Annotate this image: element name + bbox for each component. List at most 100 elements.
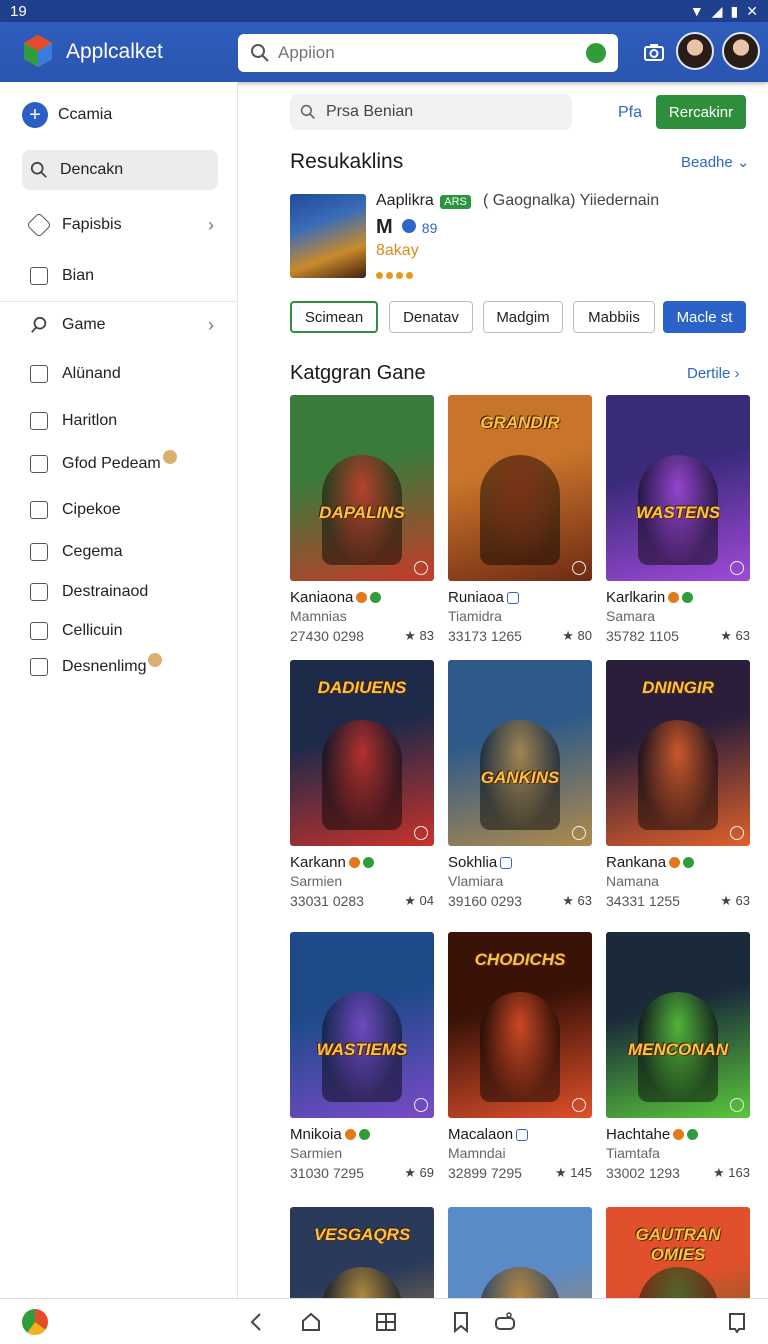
game-cover-art[interactable]: DADIUENS [290, 660, 434, 846]
settings-icon [572, 826, 586, 840]
game-title[interactable]: Mnikoia [290, 1126, 434, 1143]
game-title[interactable]: Runiaoa [448, 589, 592, 606]
sidebar-item-search[interactable]: Dencakn [22, 150, 218, 190]
game-developer: Mamndai [448, 1145, 506, 1161]
chip-madgim[interactable]: Madgim [483, 301, 563, 333]
game-downloads: 32899 7295 [448, 1165, 522, 1181]
library-icon[interactable] [726, 1311, 748, 1333]
game-developer: Samara [606, 608, 656, 624]
game-title[interactable]: Karkann [290, 854, 434, 871]
back-icon[interactable] [246, 1311, 268, 1333]
gamepad-icon[interactable] [494, 1311, 516, 1333]
chip-scimean[interactable]: Scimean [290, 301, 378, 333]
sidebar-item-cipekoe[interactable]: Cipekoe [22, 491, 218, 529]
category-see-all-link[interactable]: Dertile › [687, 365, 740, 382]
game-cover-title: DADIUENS [317, 678, 407, 697]
game-cover-art[interactable]: GRANDIR [448, 395, 592, 581]
grid-icon[interactable] [375, 1311, 397, 1333]
game-developer: Namana [606, 873, 659, 889]
game-cover-art[interactable]: MENCONAN [606, 932, 750, 1118]
sidebar-item-haritlon[interactable]: Haritlon [22, 402, 218, 440]
sidebar-item-alunand[interactable]: Alünand [22, 355, 218, 393]
main-content: Prsa Benian Pfa Rercakinr Resukaklins Be… [238, 82, 768, 1344]
home-icon[interactable] [300, 1311, 322, 1333]
sidebar-item-gfod-pedeam[interactable]: Gfod Pedeam [22, 445, 218, 483]
game-card[interactable]: DNINGIR Rankana Namana 34331 1255 ★ 63 [606, 660, 750, 909]
game-title[interactable]: Kaniaona [290, 589, 434, 606]
sidebar-item-bian[interactable]: Bian [22, 257, 218, 295]
profile-avatar[interactable] [722, 32, 760, 70]
app-logo-icon[interactable] [22, 1309, 48, 1335]
avatar[interactable] [676, 32, 714, 70]
game-card[interactable]: MENCONAN Hachtahe Tiamtafa 33002 1293 ★ 163 [606, 932, 750, 1181]
create-button[interactable]: + Ccamia [22, 96, 218, 134]
pfa-link[interactable]: Pfa [618, 104, 642, 122]
game-title[interactable]: Hachtahe [606, 1126, 750, 1143]
game-cover-title: GANKINS [480, 768, 560, 787]
game-card[interactable]: WASTIEMS Mnikoia Sarmien 31030 7295 ★ 69 [290, 932, 434, 1181]
search-bar[interactable] [238, 34, 618, 72]
sidebar-item-apps[interactable]: Fapisbis › [22, 206, 218, 244]
game-cover-art[interactable]: CHODICHS [448, 932, 592, 1118]
game-cover-art[interactable]: GANKINS [448, 660, 592, 846]
game-developer: Mamnias [290, 608, 347, 624]
game-rating: ★ 63 [720, 893, 750, 908]
chip-mabbiis[interactable]: Mabbiis [573, 301, 655, 333]
sidebar-item-label: Game [62, 316, 106, 333]
game-cover-art[interactable]: WASTENS [606, 395, 750, 581]
game-title-text: Karlkarin [606, 589, 666, 606]
featured-short-label: M [376, 216, 393, 238]
game-title[interactable]: Rankana [606, 854, 750, 871]
chip-macle-st[interactable]: Macle st [663, 301, 746, 333]
bookmark-icon[interactable] [450, 1311, 472, 1333]
create-label: Ccamia [58, 106, 113, 123]
game-title[interactable]: Sokhlia [448, 854, 592, 871]
game-downloads: 34331 1255 [606, 893, 680, 909]
featured-app-price: 8akay [376, 242, 419, 259]
filter-search[interactable]: Prsa Benian [290, 94, 572, 130]
game-card[interactable]: WASTENS Karlkarin Samara 35782 1105 ★ 63 [606, 395, 750, 644]
game-meta: 27430 0298 ★ 83 [290, 628, 434, 644]
game-cover-art[interactable]: DAPALINS [290, 395, 434, 581]
search-icon [30, 161, 47, 178]
game-title-text: Macalaon [448, 1126, 514, 1143]
voice-search-icon[interactable] [586, 43, 606, 63]
game-cover-title: WASTIEMS [316, 1040, 408, 1059]
check-icon [362, 857, 374, 868]
game-cover-art[interactable]: DNINGIR [606, 660, 750, 846]
results-sort-link[interactable]: Beadhe ⌄ [681, 153, 749, 171]
game-rating: ★ 63 [562, 893, 592, 908]
game-meta: 35782 1105 ★ 63 [606, 628, 750, 644]
search-input[interactable] [278, 43, 586, 63]
primary-button[interactable]: Rercakinr [656, 95, 746, 129]
sidebar-item-cegema[interactable]: Cegema [22, 533, 218, 571]
game-character-art [322, 720, 402, 830]
game-developer: Vlamiara [448, 873, 504, 889]
game-card[interactable]: DAPALINS Kaniaona Mamnias 27430 0298 ★ 83 [290, 395, 434, 644]
game-cover-title: WASTENS [635, 503, 721, 522]
game-title[interactable]: Macalaon [448, 1126, 592, 1143]
game-title-text: Rankana [606, 854, 667, 871]
game-card[interactable]: GRANDIR Runiaoa Tiamidra 33173 1265 ★ 80 [448, 395, 592, 644]
game-card[interactable]: CHODICHS Macalaon Mamndai 32899 7295 ★ 145 [448, 932, 592, 1181]
camera-icon[interactable] [642, 40, 666, 64]
settings-icon [572, 1098, 586, 1112]
sidebar-item-cellicuin[interactable]: Cellicuin [22, 612, 218, 650]
game-card[interactable]: DADIUENS Karkann Sarmien 33031 0283 ★ 04 [290, 660, 434, 909]
game-character-art [638, 720, 718, 830]
check-icon [687, 1129, 699, 1140]
featured-app-name[interactable]: Aaplikra ARS [376, 192, 473, 210]
chip-denatav[interactable]: Denatav [389, 301, 473, 333]
verified-icon [402, 219, 417, 233]
game-rating: ★ 69 [404, 1165, 434, 1180]
featured-app-thumbnail[interactable] [290, 194, 366, 278]
game-card[interactable]: GANKINS Sokhlia Vlamiara 39160 0293 ★ 63 [448, 660, 592, 909]
game-rating: ★ 145 [555, 1165, 592, 1180]
sidebar-item-destrainaod[interactable]: Destrainaod [22, 573, 218, 611]
game-title-text: Karkann [290, 854, 346, 871]
game-cover-art[interactable]: WASTIEMS [290, 932, 434, 1118]
game-title[interactable]: Karlkarin [606, 589, 750, 606]
sidebar-item-desnenlimg[interactable]: Desnenlimg [22, 648, 218, 686]
game-cover-title: MENCONAN [627, 1040, 729, 1059]
sidebar-item-game[interactable]: Game › [22, 306, 218, 344]
